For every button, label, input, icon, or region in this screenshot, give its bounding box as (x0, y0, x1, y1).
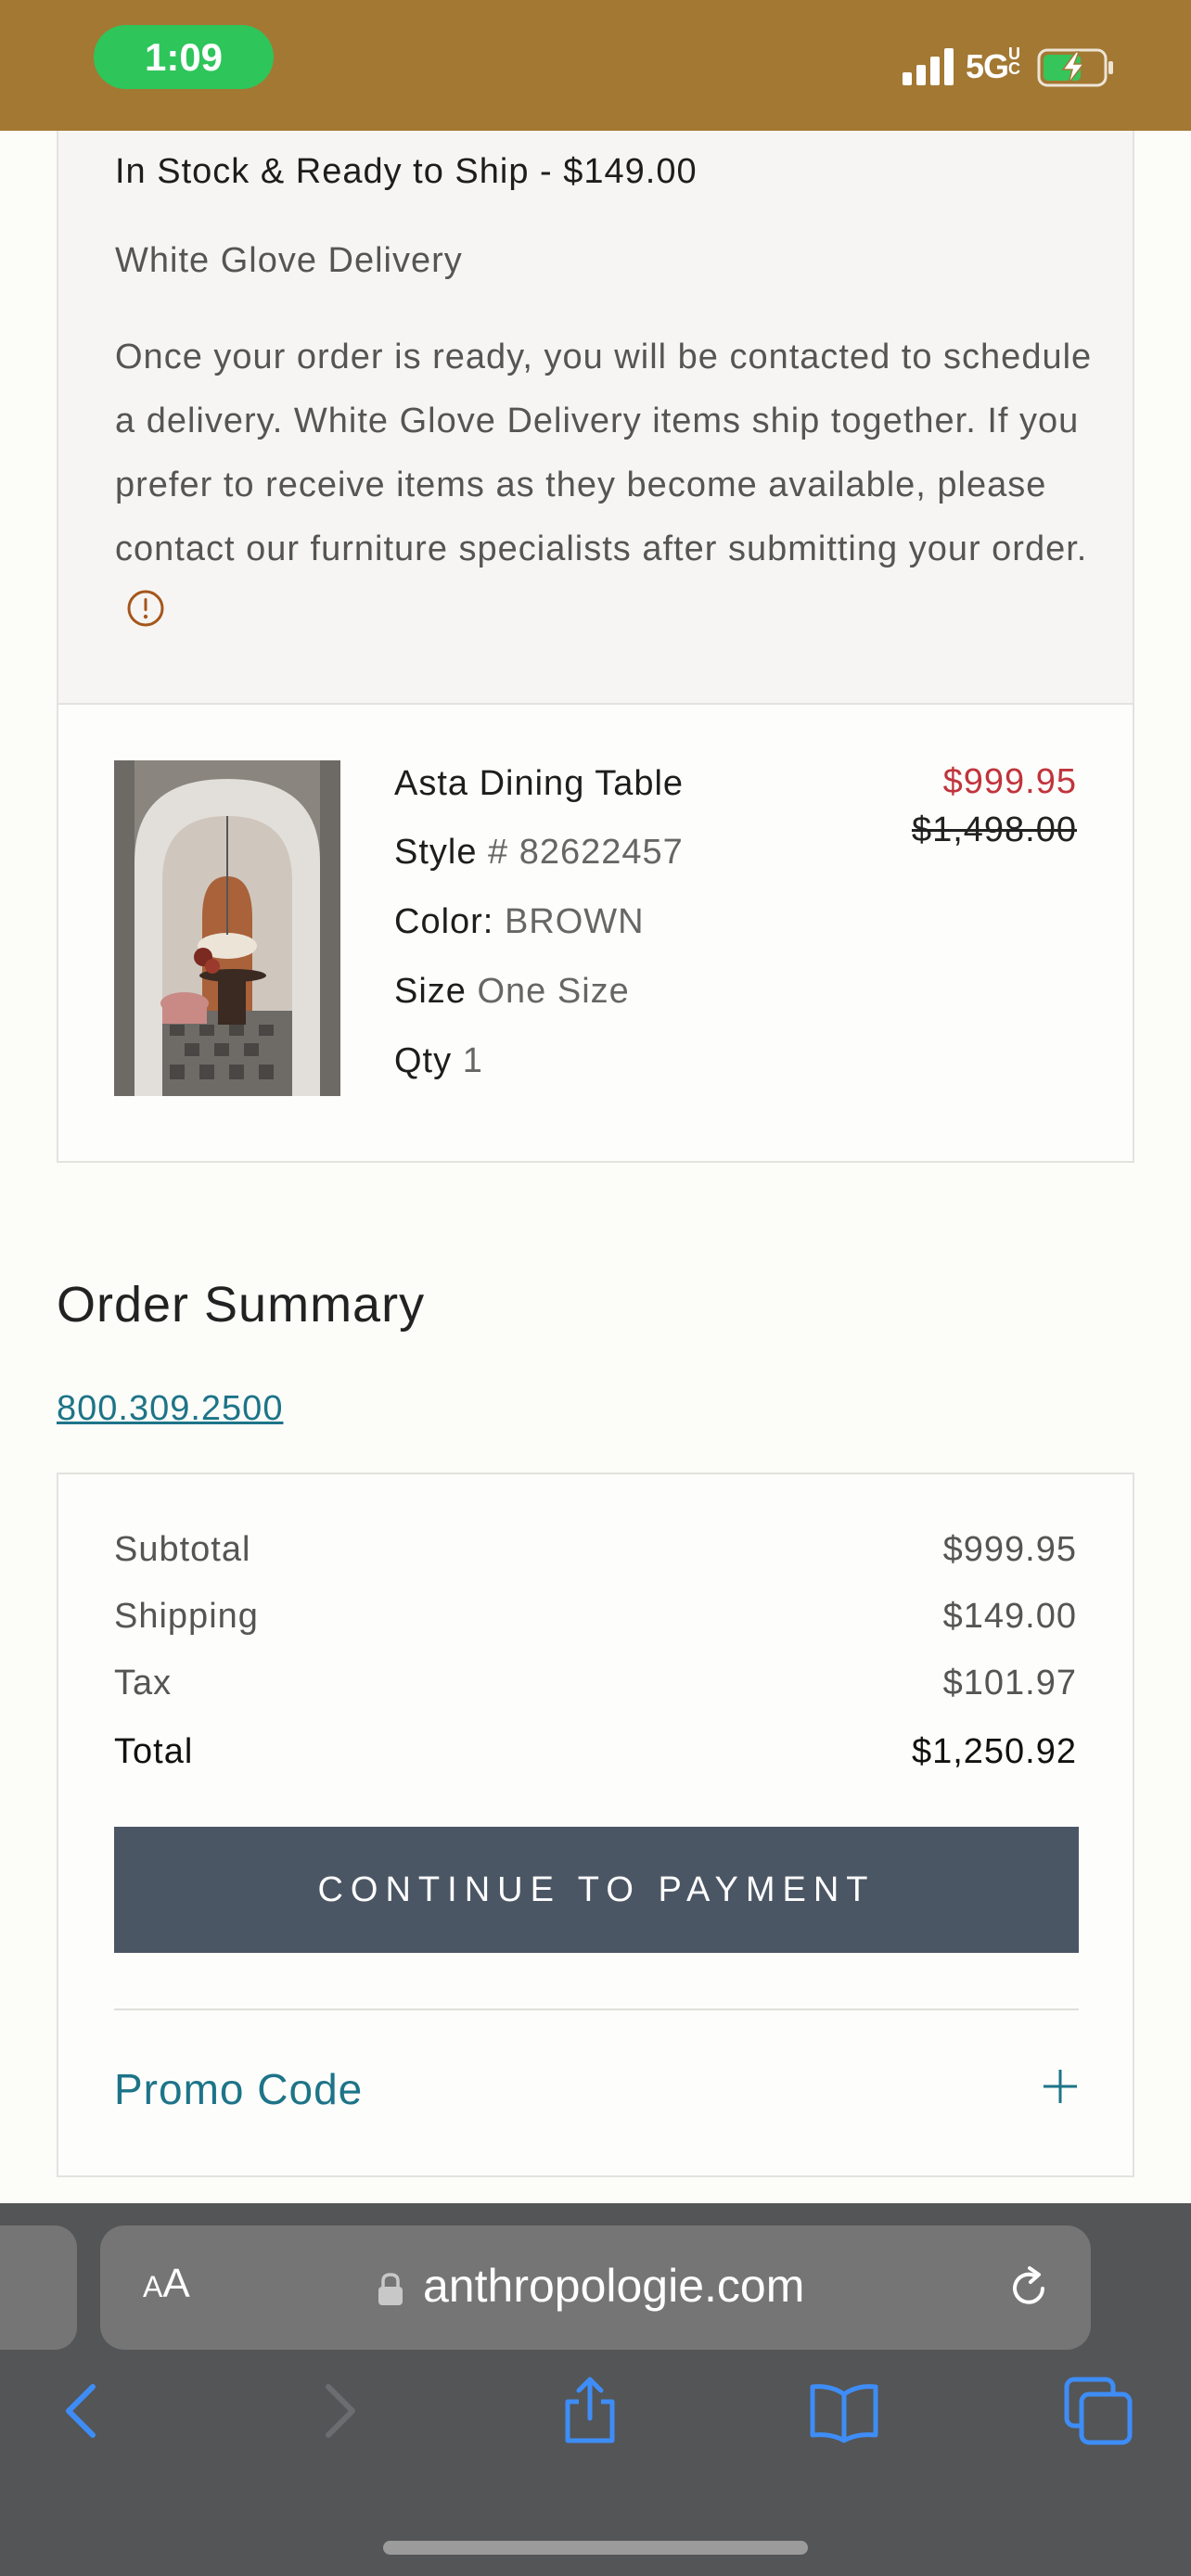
item-qty-value: 1 (462, 1041, 483, 1080)
cart-item: Asta Dining Table Style # 82622457 Color… (57, 703, 1134, 1163)
url-text[interactable]: anthropologie.com (423, 2259, 804, 2313)
subtotal-value: $999.95 (942, 1530, 1077, 1569)
status-bar: 1:09 5GUC (0, 0, 1191, 131)
forward-icon (326, 2384, 355, 2438)
total-row: Total $1,250.92 (114, 1732, 1077, 1772)
item-name[interactable]: Asta Dining Table (394, 764, 684, 804)
shipping-label: Shipping (114, 1597, 259, 1636)
item-color-label: Color: (394, 902, 494, 941)
phone-link[interactable]: 800.309.2500 (57, 1389, 283, 1429)
reload-icon[interactable] (1005, 2264, 1052, 2311)
total-label: Total (114, 1732, 194, 1771)
item-size-value: One Size (477, 972, 630, 1011)
home-indicator[interactable] (383, 2541, 808, 2555)
clock-time: 1:09 (144, 34, 224, 79)
item-size-label: Size (394, 972, 467, 1011)
lock-icon (378, 2273, 403, 2305)
item-size: Size One Size (394, 972, 630, 1012)
tabs-icon[interactable] (1061, 2374, 1135, 2448)
text-size-large: A (162, 2261, 190, 2306)
signal-icon (903, 48, 954, 85)
original-price: $1,498.00 (911, 810, 1077, 849)
promo-code-toggle[interactable]: Promo Code (114, 2064, 363, 2114)
previous-tab-preview[interactable] (0, 2225, 77, 2350)
item-style-value: # 82622457 (488, 833, 684, 872)
order-summary-panel: Subtotal $999.95 Shipping $149.00 Tax $1… (57, 1473, 1134, 2177)
product-image[interactable] (114, 760, 340, 1096)
item-qty-label: Qty (394, 1041, 453, 1080)
tax-row: Tax $101.97 (114, 1664, 1077, 1703)
browser-toolbar: AA anthropologie.com (0, 2203, 1191, 2576)
continue-to-payment-button[interactable]: CONTINUE TO PAYMENT (114, 1827, 1079, 1953)
tax-label: Tax (114, 1664, 173, 1702)
shipping-info-panel: In Stock & Ready to Ship - $149.00 White… (57, 131, 1134, 705)
order-summary-title: Order Summary (57, 1277, 426, 1333)
network-label: 5GUC (966, 45, 1021, 86)
sale-price: $999.95 (942, 762, 1077, 801)
subtotal-row: Subtotal $999.95 (114, 1530, 1077, 1570)
info-circle-icon[interactable] (126, 589, 165, 628)
plus-icon[interactable] (1042, 2068, 1079, 2105)
shipping-note: Once your order is ready, you will be co… (115, 325, 1098, 645)
battery-charging-icon (1037, 48, 1113, 87)
text-size-button[interactable]: AA (143, 2261, 190, 2307)
tax-value: $101.97 (942, 1664, 1077, 1702)
item-style-label: Style (394, 833, 478, 872)
shipping-row: Shipping $149.00 (114, 1597, 1077, 1637)
text-size-small: A (143, 2270, 163, 2303)
back-icon[interactable] (43, 2374, 117, 2448)
total-value: $1,250.92 (911, 1732, 1077, 1771)
item-style: Style # 82622457 (394, 833, 684, 873)
network-suffix: UC (1008, 45, 1020, 78)
shipping-method: White Glove Delivery (115, 241, 463, 280)
shipping-note-text: Once your order is ready, you will be co… (115, 338, 1093, 568)
divider (114, 2009, 1079, 2010)
shipping-title: In Stock & Ready to Ship - $149.00 (115, 152, 698, 191)
time-pill: 1:09 (94, 25, 274, 89)
item-color: Color: BROWN (394, 902, 645, 942)
bookmarks-icon[interactable] (807, 2374, 881, 2448)
subtotal-label: Subtotal (114, 1530, 251, 1569)
share-icon[interactable] (553, 2374, 627, 2448)
shipping-value: $149.00 (942, 1597, 1077, 1636)
item-qty: Qty 1 (394, 1041, 483, 1081)
item-color-value: BROWN (504, 902, 645, 941)
address-bar[interactable]: AA anthropologie.com (100, 2225, 1091, 2350)
network-type: 5G (966, 47, 1009, 85)
